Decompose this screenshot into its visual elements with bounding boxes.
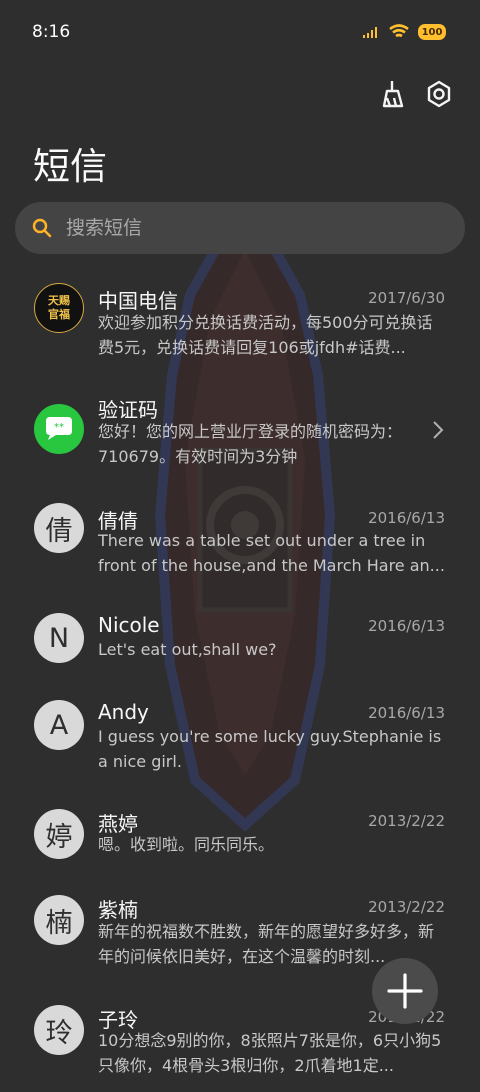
message-date: 2013/2/22	[368, 812, 445, 830]
avatar: 楠	[34, 895, 84, 945]
message-item[interactable]: 天赐 官福 中国电信 2017/6/30 欢迎参加积分兑换话费活动，每500分可兑…	[0, 270, 480, 360]
clean-button[interactable]	[379, 78, 407, 110]
message-preview: 10分想念9别的你，8张照片7张是你，6只小狗5只像你，4根骨头3根归你，2爪着…	[98, 1031, 442, 1075]
message-preview: Let's eat out,shall we?	[98, 640, 277, 659]
settings-icon	[427, 80, 451, 108]
message-item[interactable]: A Andy 2016/6/13 I guess you're some luc…	[0, 698, 480, 788]
avatar: 玲	[34, 1005, 84, 1055]
message-date: 2013/2/22	[368, 898, 445, 916]
avatar: A	[34, 700, 84, 750]
battery-icon: 100	[418, 24, 446, 40]
search-icon	[32, 218, 52, 238]
message-date: 2017/6/30	[368, 289, 445, 307]
message-preview: 您好！您的网上营业厅登录的随机密码为：710679。有效时间为3分钟	[98, 422, 403, 466]
top-toolbar	[379, 78, 453, 110]
sender-name: Andy	[98, 700, 149, 724]
page-title: 短信	[33, 145, 107, 188]
chevron-right-icon	[433, 421, 444, 439]
plus-icon	[387, 973, 423, 1009]
message-preview: There was a table set out under a tree i…	[98, 531, 445, 575]
svg-text:**: **	[54, 422, 64, 433]
message-preview: 欢迎参加积分兑换话费活动，每500分可兑换话费5元，兑换话费请回复106或jfd…	[98, 313, 433, 357]
telecom-logo: 天赐 官福	[34, 283, 84, 333]
search-input[interactable]	[64, 216, 428, 240]
message-date: 2016/6/13	[368, 617, 445, 635]
sender-name: Nicole	[98, 613, 160, 637]
message-date: 2016/6/13	[368, 704, 445, 722]
avatar: 婷	[34, 809, 84, 859]
message-item[interactable]: ** 验证码 您好！您的网上营业厅登录的随机密码为：710679。有效时间为3分…	[0, 380, 480, 470]
search-bar[interactable]	[15, 202, 465, 254]
status-time: 8:16	[32, 22, 71, 42]
wifi-icon	[389, 24, 409, 38]
message-item[interactable]: N Nicole 2016/6/13 Let's eat out,shall w…	[0, 611, 480, 701]
avatar: 倩	[34, 503, 84, 553]
message-preview: I guess you're some lucky guy.Stephanie …	[98, 727, 442, 771]
broom-icon	[382, 81, 404, 108]
message-item[interactable]: 婷 燕婷 2013/2/22 嗯。收到啦。同乐同乐。	[0, 806, 480, 896]
message-preview: 嗯。收到啦。同乐同乐。	[98, 835, 275, 854]
message-date: 2016/6/13	[368, 509, 445, 527]
new-message-button[interactable]	[372, 958, 438, 1024]
chat-icon: **	[34, 404, 84, 454]
avatar: N	[34, 613, 84, 663]
status-icons: 100	[362, 24, 446, 40]
status-bar: 8:16 100	[0, 0, 480, 66]
signal-icon	[363, 27, 377, 38]
message-item[interactable]: 倩 倩倩 2016/6/13 There was a table set out…	[0, 501, 480, 591]
settings-button[interactable]	[425, 78, 453, 110]
